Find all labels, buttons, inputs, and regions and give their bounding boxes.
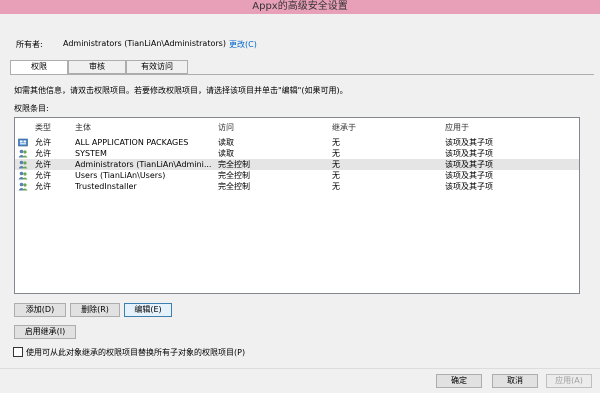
cell-inherited-from: 无 [332,182,340,191]
edit-button[interactable]: 编辑(E) [124,303,172,317]
users-icon [18,171,28,180]
add-button[interactable]: 添加(D) [14,303,66,317]
app-package-icon [18,138,28,147]
change-owner-link[interactable]: 更改(C) [229,39,257,50]
list-header: 类型 主体 访问 继承于 应用于 [15,122,579,133]
tab-permissions[interactable]: 权限 [10,60,68,75]
dialog-button-bar: 确定 取消 应用(A) [0,368,600,393]
window-title: Appx的高级安全设置 [252,1,348,12]
column-principal[interactable]: 主体 [75,122,213,133]
cell-applies-to: 该项及其子项 [445,149,493,158]
apply-button[interactable]: 应用(A) [546,374,592,388]
users-icon [18,149,28,158]
cell-inherited-from: 无 [332,160,340,169]
cell-inherited-from: 无 [332,171,340,180]
owner-value: Administrators (TianLiAn\Administrators) [63,39,226,48]
cell-principal: ALL APPLICATION PACKAGES [75,138,189,147]
cell-type: 允许 [35,182,51,191]
column-inherited-from[interactable]: 继承于 [332,122,440,133]
owner-label: 所有者: [16,40,43,49]
cell-access: 完全控制 [218,171,250,180]
users-icon [18,160,28,169]
list-row[interactable]: 允许 TrustedInstaller 完全控制 无 该项及其子项 [15,181,579,192]
users-icon [18,182,28,191]
tab-effective-access[interactable]: 有效访问 [126,60,188,74]
cell-type: 允许 [35,149,51,158]
cell-principal: Users (TianLiAn\Users) [75,171,166,180]
cell-inherited-from: 无 [332,138,340,147]
title-bar: Appx的高级安全设置 [0,0,600,14]
replace-child-permissions-label[interactable]: 使用可从此对象继承的权限项目替换所有子对象的权限项目(P) [26,347,245,358]
cell-access: 完全控制 [218,182,250,191]
cell-principal: SYSTEM [75,149,107,158]
cell-principal: Administrators (TianLiAn\Admini... [75,160,212,169]
ok-button[interactable]: 确定 [436,374,482,388]
cell-access: 读取 [218,149,234,158]
cancel-button[interactable]: 取消 [492,374,538,388]
hint-text: 如需其他信息，请双击权限项目。若要修改权限项目，请选择该项目并单击"编辑"(如果… [14,86,348,95]
column-type[interactable]: 类型 [35,122,73,133]
tab-auditing[interactable]: 审核 [68,60,126,74]
cell-applies-to: 该项及其子项 [445,138,493,147]
cell-access: 完全控制 [218,160,250,169]
enable-inheritance-button[interactable]: 启用继承(I) [14,325,76,339]
cell-applies-to: 该项及其子项 [445,171,493,180]
column-access[interactable]: 访问 [218,122,326,133]
cell-inherited-from: 无 [332,149,340,158]
replace-child-permissions-checkbox[interactable] [13,347,23,357]
cell-type: 允许 [35,171,51,180]
column-applies-to[interactable]: 应用于 [445,122,565,133]
list-row[interactable]: 允许 Users (TianLiAn\Users) 完全控制 无 该项及其子项 [15,170,579,181]
cell-access: 读取 [218,138,234,147]
permission-entries-list[interactable]: 类型 主体 访问 继承于 应用于 允许 ALL APPLICATION PACK… [14,117,580,294]
cell-principal: TrustedInstaller [75,182,137,191]
permission-entries-label: 权限条目: [14,104,49,113]
list-row[interactable]: 允许 SYSTEM 读取 无 该项及其子项 [15,148,579,159]
cell-type: 允许 [35,160,51,169]
cell-type: 允许 [35,138,51,147]
list-row[interactable]: 允许 Administrators (TianLiAn\Admini... 完全… [15,159,579,170]
cell-applies-to: 该项及其子项 [445,182,493,191]
remove-button[interactable]: 删除(R) [70,303,120,317]
cell-applies-to: 该项及其子项 [445,160,493,169]
list-row[interactable]: 允许 ALL APPLICATION PACKAGES 读取 无 该项及其子项 [15,137,579,148]
